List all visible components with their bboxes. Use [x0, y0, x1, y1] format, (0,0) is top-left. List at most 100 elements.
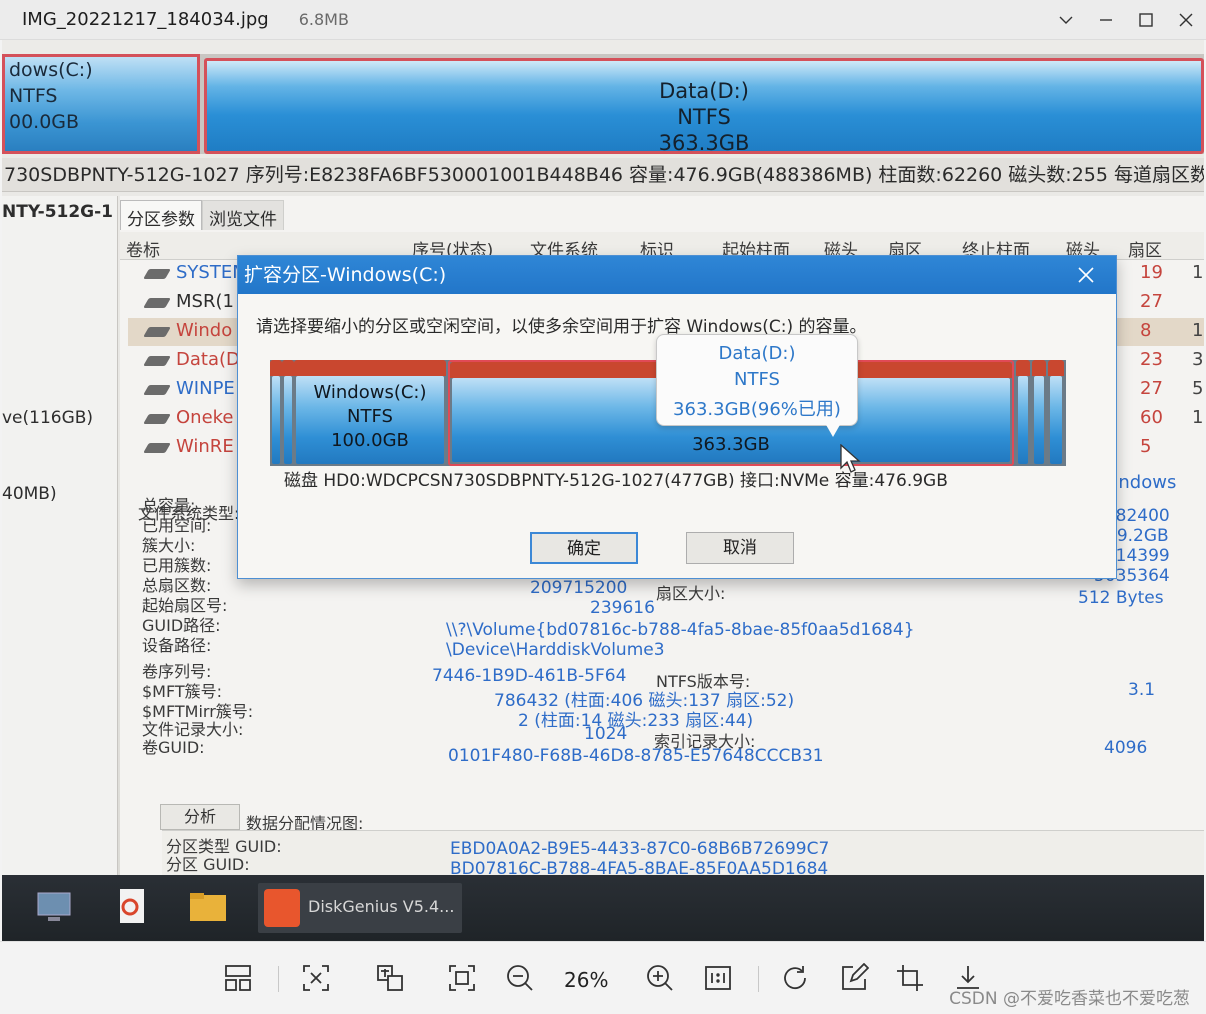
- row-value: 5: [1140, 436, 1152, 457]
- partition-c-name: dows(C:): [9, 59, 93, 81]
- tooltip-fs: NTFS: [734, 369, 780, 390]
- disk-tree: NTY-512G-1 ve(116GB) 40MB) ›: [2, 196, 143, 876]
- dialog-title: 扩容分区-Windows(C:): [244, 264, 447, 286]
- row-name: WINPE: [176, 378, 235, 399]
- row-value: 3: [1192, 349, 1204, 370]
- partition-icon: [143, 298, 171, 308]
- segment-d-size: 363.3GB: [692, 434, 770, 455]
- row-name: Data(D: [176, 349, 240, 370]
- row-value: 19: [1140, 262, 1163, 283]
- tooltip-name: Data(D:): [718, 343, 796, 364]
- disk-map-partition-d: Data(D:) NTFS 363.3GB: [204, 58, 1204, 155]
- partition-d-size: 363.3GB: [658, 131, 750, 155]
- dialog-disk-info: 磁盘 HD0:WDCPCSN730SDBPNTY-512G-1027(477GB…: [284, 471, 948, 491]
- row-value: 8: [1140, 320, 1152, 341]
- actual-size-icon[interactable]: [700, 960, 736, 996]
- close-icon[interactable]: [1066, 256, 1106, 294]
- zoom-in-icon[interactable]: [642, 960, 678, 996]
- dialog-title-bar: 扩容分区-Windows(C:): [238, 256, 1116, 294]
- partition-icon: [143, 269, 171, 279]
- minimize-icon[interactable]: [1086, 0, 1126, 40]
- analyze-button[interactable]: 分析: [160, 804, 240, 830]
- row-value: 1: [1192, 320, 1204, 341]
- maximize-icon[interactable]: [1126, 0, 1166, 40]
- translate-icon[interactable]: [372, 960, 408, 996]
- tab-bar: 分区参数 浏览文件: [120, 200, 284, 230]
- cancel-button[interactable]: 取消: [686, 532, 794, 564]
- tooltip-tail: [825, 423, 841, 437]
- photo-canvas: dows(C:) NTFS 00.0GB Data(D:) NTFS 363.3…: [2, 40, 1204, 941]
- partition-guid-box: 分区类型 GUID: 分区 GUID: EBD0A0A2-B9E5-4433-8…: [162, 830, 1204, 875]
- detail-label: 卷GUID:: [142, 738, 205, 757]
- tree-item-disk[interactable]: NTY-512G-1: [2, 202, 113, 222]
- row-value: 27: [1140, 291, 1163, 312]
- chevron-down-icon[interactable]: [1046, 0, 1086, 40]
- partition-icon: [143, 443, 171, 453]
- zoom-level[interactable]: 26%: [564, 968, 608, 992]
- record-size-value: 1024: [584, 724, 628, 744]
- device-path-value: \Device\HarddiskVolume3: [446, 640, 665, 660]
- row-value: 27: [1140, 378, 1163, 399]
- bar-segment-small[interactable]: [282, 360, 294, 466]
- disk-info-line: 730SDBPNTY-512G-1027 序列号:E8238FA6BF53000…: [2, 158, 1204, 192]
- taskbar-app-diskgenius: DiskGenius V5.4...: [258, 883, 462, 933]
- col-end-sector[interactable]: 扇区: [1128, 236, 1162, 261]
- bar-segment-small[interactable]: [1016, 360, 1030, 466]
- zoom-out-icon[interactable]: [502, 960, 538, 996]
- partition-icon: [143, 356, 171, 366]
- partition-c-fs: NTFS: [9, 85, 58, 107]
- viewer-title-bar: IMG_20221217_184034.jpg 6.8MB: [0, 0, 1206, 40]
- total-sectors-value: 209715200: [530, 578, 628, 598]
- close-icon[interactable]: [1166, 0, 1206, 40]
- tree-item-volume[interactable]: ve(116GB): [2, 408, 93, 428]
- fit-screen-icon[interactable]: [444, 960, 480, 996]
- photo-taskbar: DiskGenius V5.4...: [2, 875, 1204, 941]
- row-name: WinRE: [176, 436, 234, 457]
- layout-icon[interactable]: [220, 960, 256, 996]
- guid-path-value: \\?\Volume{bd07816c-b788-4fa5-8bae-85f0a…: [446, 620, 915, 640]
- scan-text-icon[interactable]: [298, 960, 334, 996]
- edit-icon[interactable]: [836, 960, 872, 996]
- partition-d-fs: NTFS: [677, 105, 731, 129]
- index-size-value: 4096: [1104, 738, 1148, 758]
- row-value: 23: [1140, 349, 1163, 370]
- ok-button[interactable]: 确定: [530, 532, 638, 564]
- window-controls: [1046, 0, 1206, 40]
- document-search-icon: [110, 885, 154, 929]
- bar-segment-small[interactable]: [270, 360, 282, 466]
- row-value: 51: [1192, 378, 1204, 399]
- bar-segment-c[interactable]: Windows(C:) NTFS 100.0GB: [294, 360, 446, 466]
- tab-browse-files[interactable]: 浏览文件: [202, 200, 284, 230]
- col-volume-label[interactable]: 卷标: [126, 236, 160, 261]
- partition-c-size: 00.0GB: [9, 111, 80, 133]
- partition-type-guid-value: EBD0A0A2-B9E5-4433-87C0-68B6B72699C7: [450, 839, 830, 859]
- toolbar-separator: [278, 966, 279, 992]
- partition-tooltip: Data(D:) NTFS 363.3GB(96%已用): [656, 334, 858, 437]
- diskgenius-logo-icon: [264, 889, 300, 927]
- row-name: MSR(1: [176, 291, 234, 312]
- detail-label: 设备路径:: [142, 636, 212, 655]
- partition-icon: [143, 414, 171, 424]
- volume-serial-value: 7446-1B9D-461B-5F64: [432, 666, 627, 686]
- computer-icon: [32, 885, 76, 929]
- detail-value: 512 Bytes: [1078, 588, 1164, 608]
- partition-guid-value: BD07816C-B788-4FA5-8BAE-85F0AA5D1684: [450, 859, 829, 875]
- bar-segment-small[interactable]: [1048, 360, 1064, 466]
- crop-icon[interactable]: [892, 960, 928, 996]
- viewer-toolbar: 26% CSDN @不爱吃香菜也不爱吃葱: [0, 941, 1206, 1014]
- tab-partition-params[interactable]: 分区参数: [120, 200, 202, 230]
- tooltip-size: 363.3GB(96%已用): [673, 399, 841, 420]
- segment-c-size: 100.0GB: [331, 430, 409, 451]
- ntfs-version-value: 3.1: [1128, 680, 1156, 700]
- volume-guid-value: 0101F480-F68B-46D8-8785-E57648CCCB31: [448, 746, 824, 766]
- rotate-icon[interactable]: [778, 960, 814, 996]
- taskbar-app-label: DiskGenius V5.4...: [308, 897, 455, 916]
- partition-icon: [143, 385, 171, 395]
- row-name: Windo: [176, 320, 233, 341]
- tree-item-volume-2[interactable]: 40MB): [2, 484, 57, 504]
- bar-segment-small[interactable]: [1032, 360, 1046, 466]
- row-value: 1: [1192, 407, 1204, 428]
- partition-d-name: Data(D:): [659, 79, 749, 103]
- segment-c-name: Windows(C:): [313, 382, 427, 403]
- disk-map-partition-c: dows(C:) NTFS 00.0GB: [2, 54, 200, 154]
